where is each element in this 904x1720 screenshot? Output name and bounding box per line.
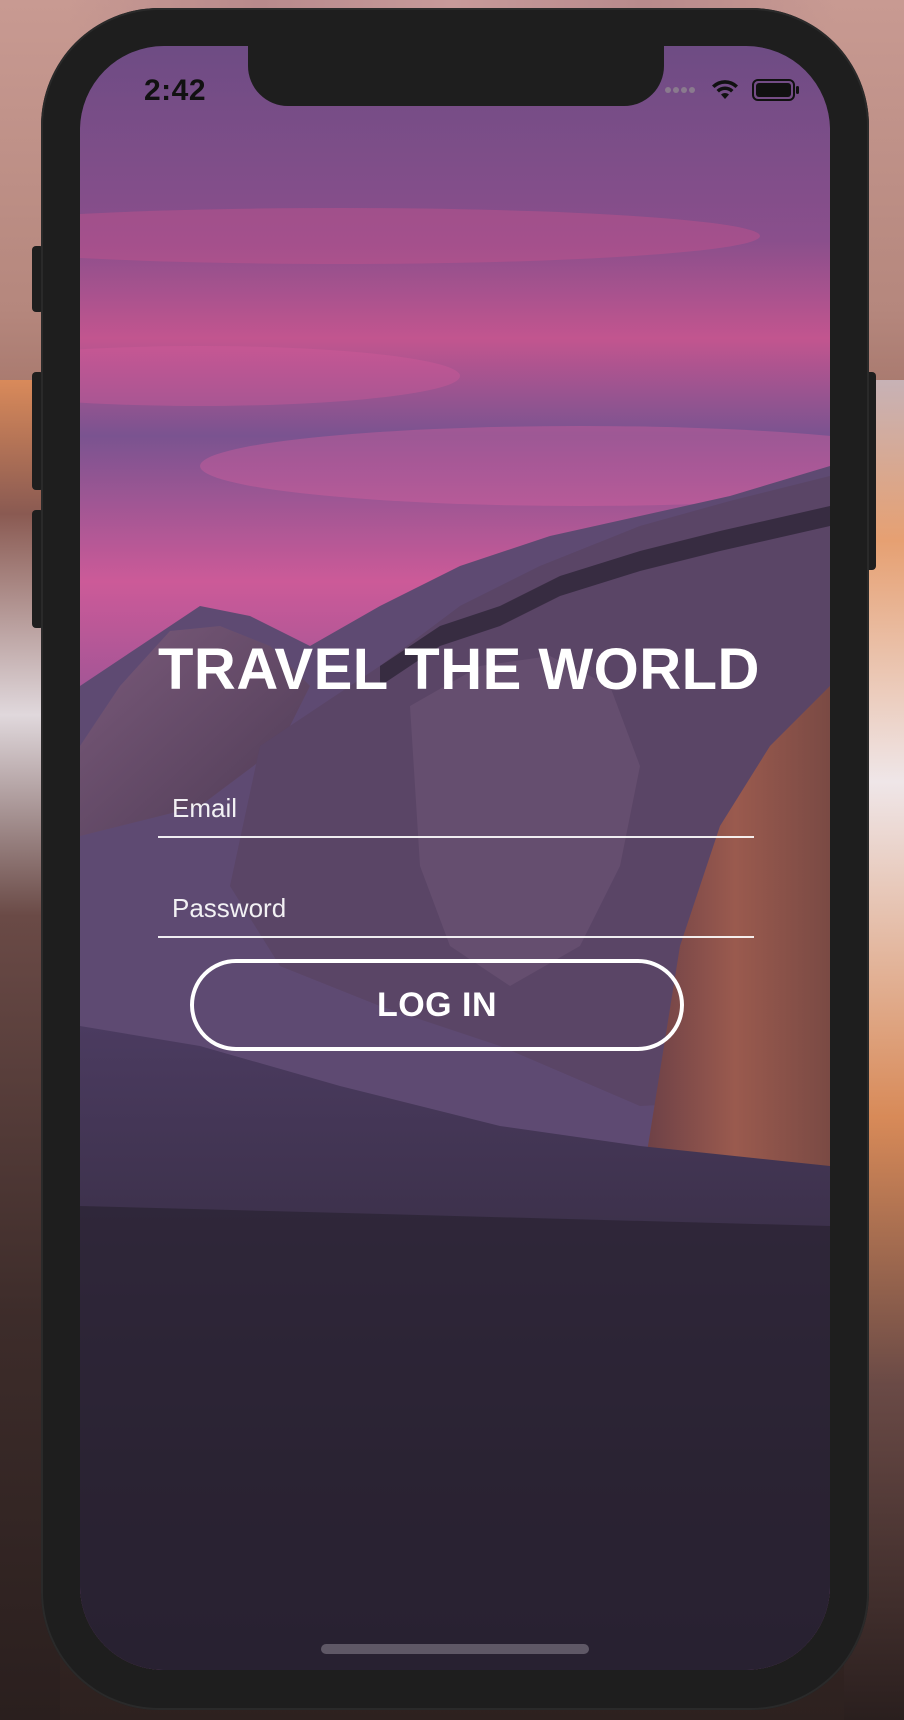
- password-field-container: [158, 876, 754, 938]
- home-indicator: [321, 1644, 589, 1654]
- email-field-container: [158, 776, 754, 838]
- password-input[interactable]: [172, 893, 742, 924]
- email-input[interactable]: [172, 793, 742, 824]
- login-button[interactable]: LOG IN: [190, 959, 684, 1051]
- page-title: TRAVEL THE WORLD: [158, 637, 760, 702]
- login-content: TRAVEL THE WORLD LOG IN: [80, 46, 830, 1670]
